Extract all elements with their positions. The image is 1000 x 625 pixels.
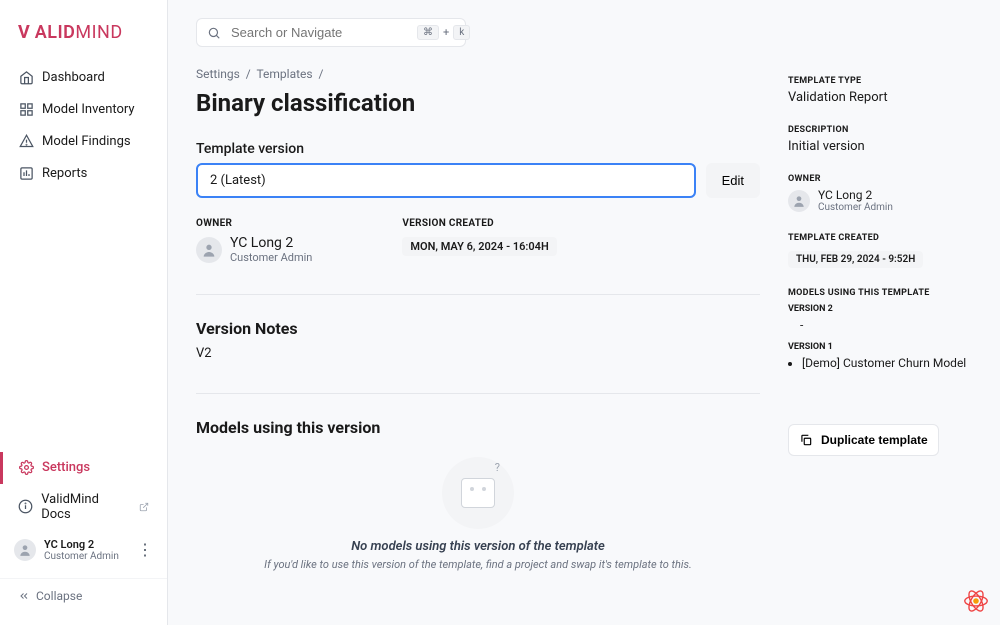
rp-owner-label: OWNER [788, 174, 976, 184]
owner-name: YC Long 2 [230, 235, 312, 251]
page-title: Binary classification [196, 89, 760, 117]
user-menu-button[interactable]: ⋮ [137, 542, 153, 558]
search-input[interactable] [231, 25, 407, 40]
search-icon [207, 26, 221, 40]
sidebar-item-label: Model Inventory [42, 102, 135, 117]
template-type: Validation Report [788, 90, 976, 105]
user-name: YC Long 2 [44, 538, 119, 551]
gear-icon [18, 460, 34, 476]
collapse-label: Collapse [36, 589, 82, 603]
external-link-icon [139, 502, 149, 512]
avatar-icon [196, 237, 222, 263]
sidebar-item-label: ValidMind Docs [41, 492, 127, 522]
info-icon [18, 499, 33, 515]
user-role: Customer Admin [44, 551, 119, 562]
version-created-date: MON, MAY 6, 2024 - 16:04H [402, 237, 556, 256]
version-notes-body: V2 [196, 346, 760, 361]
version2-label: VERSION 2 [788, 304, 976, 314]
version1-label: VERSION 1 [788, 342, 976, 352]
sidebar-item-inventory[interactable]: Model Inventory [0, 93, 167, 125]
avatar-icon [788, 190, 810, 212]
current-user: YC Long 2 Customer Admin ⋮ [0, 530, 167, 570]
version-label: Template version [196, 141, 760, 157]
sidebar-item-label: Settings [42, 460, 90, 475]
sidebar-item-label: Reports [42, 166, 87, 181]
owner-info: YC Long 2 Customer Admin [196, 235, 312, 264]
sidebar-item-findings[interactable]: Model Findings [0, 125, 167, 157]
rp-owner-name: YC Long 2 [818, 188, 893, 202]
version1-item[interactable]: [Demo] Customer Churn Model [802, 356, 976, 370]
right-panel: TEMPLATE TYPE Validation Report DESCRIPT… [788, 18, 976, 625]
chevron-left-icon [18, 590, 30, 602]
owner-label: OWNER [196, 218, 312, 229]
home-icon [18, 69, 34, 85]
duplicate-button[interactable]: Duplicate template [788, 424, 939, 456]
empty-state: ? No models using this version of the te… [196, 445, 760, 591]
rp-owner: YC Long 2 Customer Admin [788, 188, 976, 213]
divider [196, 393, 760, 394]
sidebar-item-dashboard[interactable]: Dashboard [0, 61, 167, 93]
version2-item: - [788, 318, 976, 332]
inventory-icon [18, 101, 34, 117]
owner-role: Customer Admin [230, 251, 312, 264]
empty-illustration: ? [442, 457, 514, 529]
rp-owner-role: Customer Admin [818, 202, 893, 213]
template-created-date: THU, FEB 29, 2024 - 9:52H [788, 251, 923, 268]
sidebar-item-reports[interactable]: Reports [0, 157, 167, 189]
version-select[interactable]: 2 (Latest) [196, 163, 696, 198]
breadcrumb-templates[interactable]: Templates [256, 67, 312, 81]
description: Initial version [788, 139, 976, 154]
reports-icon [18, 165, 34, 181]
sidebar-item-docs[interactable]: ValidMind Docs [0, 484, 167, 530]
version-notes-heading: Version Notes [196, 319, 760, 338]
devtools-icon[interactable] [962, 587, 990, 615]
sidebar-item-label: Model Findings [42, 134, 131, 149]
divider [196, 294, 760, 295]
version-created-label: VERSION CREATED [402, 218, 556, 229]
findings-icon [18, 133, 34, 149]
collapse-button[interactable]: Collapse [0, 578, 167, 613]
avatar-icon [14, 539, 36, 561]
models-heading: Models using this version [196, 418, 760, 437]
empty-title: No models using this version of the temp… [196, 539, 760, 554]
description-label: DESCRIPTION [788, 125, 976, 135]
brand-logo: VVALIDMINDALIDMIND [0, 12, 167, 61]
copy-icon [799, 433, 813, 447]
edit-button[interactable]: Edit [706, 163, 760, 198]
keyboard-hint: ⌘ + k [417, 25, 470, 40]
sidebar-item-label: Dashboard [42, 70, 105, 85]
nav-list: Dashboard Model Inventory Model Findings… [0, 61, 167, 613]
duplicate-label: Duplicate template [821, 433, 928, 447]
empty-subtitle: If you'd like to use this version of the… [196, 558, 760, 571]
template-created-label: TEMPLATE CREATED [788, 233, 976, 243]
search-input-wrapper[interactable]: ⌘ + k [196, 18, 466, 47]
sidebar: VVALIDMINDALIDMIND Dashboard Model Inven… [0, 0, 168, 625]
template-type-label: TEMPLATE TYPE [788, 76, 976, 86]
models-using-label: MODELS USING THIS TEMPLATE [788, 288, 976, 298]
sidebar-item-settings[interactable]: Settings [0, 452, 167, 484]
breadcrumb: Settings / Templates / [196, 67, 760, 81]
breadcrumb-settings[interactable]: Settings [196, 67, 240, 81]
main-content: ⌘ + k Settings / Templates / Binary clas… [196, 18, 760, 625]
